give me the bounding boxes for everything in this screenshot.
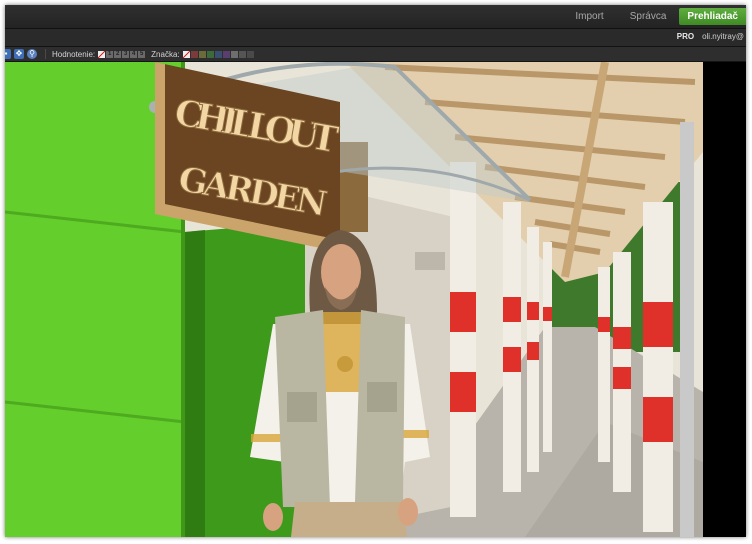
photo: CHILLOUT GARDEN	[5, 62, 703, 537]
rating-2-button[interactable]: 2	[114, 50, 122, 58]
rating-label: Hodnotenie:	[52, 49, 96, 59]
color-label-8-button[interactable]	[246, 50, 254, 58]
color-label-5-button[interactable]	[222, 50, 230, 58]
tab-manager[interactable]: Správca	[617, 9, 680, 24]
account-user[interactable]: oli.nyitray@	[702, 32, 744, 41]
module-bar: Import Správca Prehliadač	[5, 5, 746, 29]
color-label-4-button[interactable]	[214, 50, 222, 58]
rating-4-button[interactable]: 4	[130, 50, 138, 58]
photo-viewport[interactable]: CHILLOUT GARDEN	[5, 62, 746, 537]
app-window: Import Správca Prehliadač PRO oli.nyitra…	[5, 5, 746, 537]
fullscreen-icon[interactable]: ✥	[14, 49, 24, 59]
rating-1-button[interactable]: 1	[106, 50, 114, 58]
rating-clear-button[interactable]	[98, 50, 106, 58]
zoom-icon[interactable]: ⚲	[27, 49, 37, 59]
pro-badge: PRO	[676, 32, 695, 41]
account-bar: PRO oli.nyitray@	[5, 29, 746, 47]
color-label-label: Značka:	[151, 49, 180, 59]
module-tabs: Import Správca Prehliadač	[562, 8, 746, 25]
rating-3-button[interactable]: 3	[122, 50, 130, 58]
color-label-clear-button[interactable]	[182, 50, 190, 58]
tab-import[interactable]: Import	[562, 9, 616, 24]
rating-5-button[interactable]: 5	[138, 50, 146, 58]
color-label-2-button[interactable]	[198, 50, 206, 58]
toolbar-divider	[45, 49, 46, 59]
color-label-1-button[interactable]	[190, 50, 198, 58]
tab-viewer[interactable]: Prehliadač	[679, 8, 746, 25]
photo-image: CHILLOUT GARDEN	[5, 62, 703, 537]
color-label-7-button[interactable]	[238, 50, 246, 58]
color-label-3-button[interactable]	[206, 50, 214, 58]
viewer-toolbar: ▪ ✥ ⚲ Hodnotenie: 1 2 3 4 5 Značka:	[5, 47, 746, 62]
color-label-control	[182, 50, 254, 58]
rating-control: 1 2 3 4 5	[98, 50, 146, 58]
color-label-6-button[interactable]	[230, 50, 238, 58]
fit-view-icon[interactable]: ▪	[5, 49, 11, 59]
